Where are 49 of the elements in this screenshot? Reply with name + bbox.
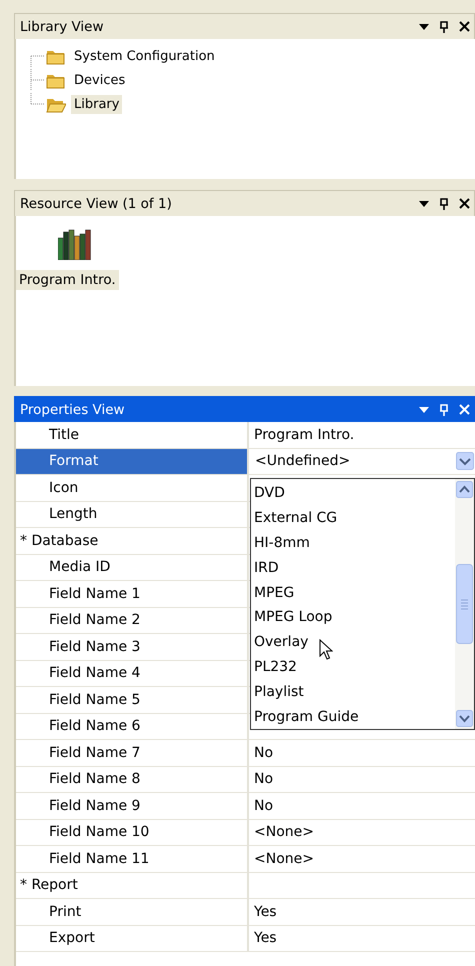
list-option[interactable]: External CG bbox=[251, 506, 455, 531]
property-name[interactable]: * Report bbox=[16, 872, 249, 898]
dropdown-button[interactable] bbox=[456, 452, 474, 470]
pin-icon[interactable] bbox=[439, 198, 449, 210]
list-option[interactable]: Overlay bbox=[251, 630, 455, 655]
panel-title: Properties View bbox=[20, 402, 125, 418]
mouse-pointer-icon bbox=[319, 639, 333, 661]
property-value: Program Intro. bbox=[254, 426, 354, 443]
list-option[interactable]: Program Guide bbox=[251, 704, 455, 729]
close-icon[interactable] bbox=[459, 198, 470, 209]
property-value: <None> bbox=[254, 850, 314, 867]
property-name[interactable]: Field Name 8 bbox=[16, 766, 249, 792]
books-icon bbox=[58, 228, 92, 260]
property-name[interactable]: Field Name 7 bbox=[16, 740, 249, 766]
list-option[interactable]: PL232 bbox=[251, 654, 455, 680]
scroll-bar[interactable] bbox=[455, 479, 474, 729]
property-name[interactable]: Export bbox=[16, 926, 249, 951]
property-value: <None> bbox=[254, 824, 314, 840]
property-name[interactable]: Field Name 9 bbox=[16, 793, 249, 818]
tree-line[interactable] bbox=[30, 69, 44, 91]
scroll-thumb[interactable] bbox=[456, 564, 473, 644]
panel-title: Library View bbox=[20, 18, 104, 34]
list-option[interactable]: DVD bbox=[251, 481, 455, 506]
property-value: Yes bbox=[254, 904, 277, 920]
dropdown-field[interactable]: <Undefined> bbox=[254, 448, 475, 474]
property-value: No bbox=[254, 744, 274, 761]
property-name[interactable]: Format bbox=[16, 448, 249, 474]
panel-title: Resource View (1 of 1) bbox=[20, 196, 172, 212]
property-name[interactable]: Field Name 11 bbox=[16, 846, 249, 872]
property-value: Yes bbox=[254, 930, 277, 946]
resource-item[interactable]: Program Intro. bbox=[16, 270, 119, 290]
property-value: No bbox=[254, 798, 274, 814]
scroll-down-button[interactable] bbox=[456, 710, 473, 727]
dropdown-arrow-icon[interactable] bbox=[419, 200, 429, 206]
property-name[interactable]: Print bbox=[16, 899, 249, 924]
scroll-up-button[interactable] bbox=[456, 481, 473, 498]
list-option[interactable]: MPEG Loop bbox=[251, 604, 455, 630]
close-icon[interactable] bbox=[459, 21, 470, 32]
pin-icon[interactable] bbox=[439, 20, 449, 32]
tree-item[interactable]: System Configuration bbox=[71, 46, 218, 66]
property-value: No bbox=[254, 771, 274, 788]
tree-item[interactable]: Devices bbox=[71, 70, 128, 90]
list-option[interactable]: MPEG bbox=[251, 580, 455, 605]
tree-item[interactable]: Library bbox=[71, 94, 122, 114]
dropdown-arrow-icon[interactable] bbox=[419, 24, 429, 30]
list-option[interactable]: Playlist bbox=[251, 679, 455, 704]
list-option[interactable]: IRD bbox=[251, 555, 455, 580]
list-option[interactable]: HI-8mm bbox=[251, 530, 455, 556]
property-name[interactable]: Field Name 10 bbox=[16, 820, 249, 845]
